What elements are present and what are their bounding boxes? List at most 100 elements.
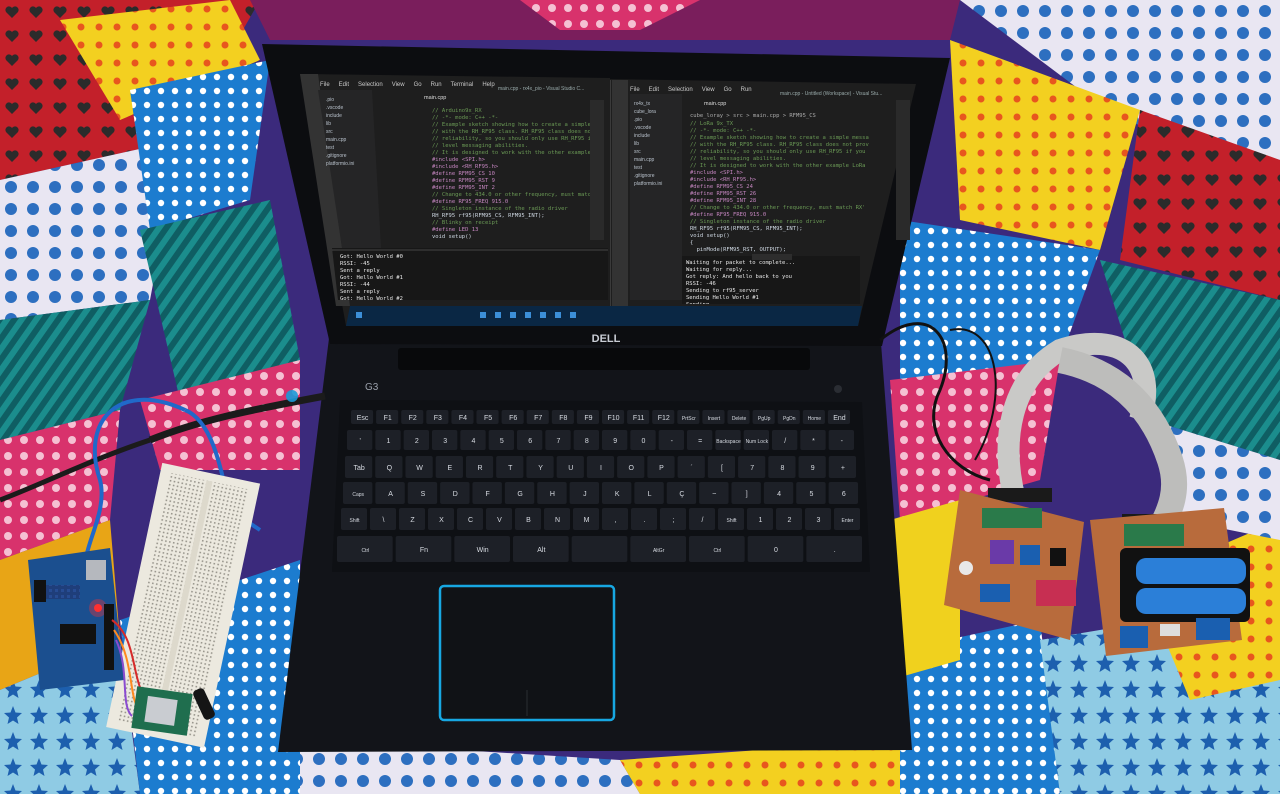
key-label: 2 <box>415 438 419 445</box>
menu-item[interactable]: Selection <box>358 82 383 88</box>
key-label: Home <box>808 416 822 422</box>
menu-item[interactable]: Edit <box>339 82 349 88</box>
key-label: ' <box>359 438 360 445</box>
key-label: PrtScr <box>682 416 696 422</box>
code-line: // Singleton instance of the radio drive… <box>432 206 568 212</box>
key-label: F8 <box>559 415 567 422</box>
key-label: Shift <box>726 518 737 524</box>
left-explorer-tree[interactable]: .pio .vscode include lib src main.cpp test .git… <box>326 96 382 168</box>
key-label: 4 <box>777 491 781 498</box>
terminal-line: Sending Hello World #1 <box>686 295 759 301</box>
menu-item[interactable]: Go <box>724 87 732 93</box>
left-code-editor[interactable]: // Arduino9x_RX// -*- mode: C++ -*-// Ex… <box>432 108 590 248</box>
menu-item[interactable]: Edit <box>649 87 659 93</box>
explorer-item[interactable]: lib <box>634 140 684 148</box>
explorer-item[interactable]: lib <box>326 120 382 128</box>
key-label: Fn <box>420 547 428 554</box>
explorer-item[interactable]: .gitignore <box>326 152 382 160</box>
menu-item[interactable]: File <box>320 82 330 88</box>
right-explorer-tree[interactable]: rx4x_tx cube_lora .pio .vscode include lib src… <box>634 100 684 188</box>
key-label: 0 <box>642 438 646 445</box>
code-line: #define RFM95_CS 10 <box>432 171 495 177</box>
right-menu-bar[interactable]: File Edit Selection View Go Run <box>630 87 761 93</box>
key-label: T <box>508 465 513 472</box>
code-line: // Arduino9x_RX <box>432 108 482 114</box>
menu-item[interactable]: Terminal <box>451 82 474 88</box>
key-label: ] <box>746 491 748 498</box>
key-label: Shift <box>349 518 360 524</box>
code-line: #include <RH_RF95.h> <box>690 177 757 183</box>
right-code-editor[interactable]: // LoRa 9x_TX// -*- mode: C++ -*-// Exam… <box>690 121 890 253</box>
left-menu-bar[interactable]: File Edit Selection View Go Run Terminal Help <box>320 82 504 88</box>
explorer-item[interactable]: .gitignore <box>634 172 684 180</box>
key-label: End <box>833 415 846 422</box>
key-label: Backspace <box>716 439 741 445</box>
right-window-title: main.cpp - Untitled (Workspace) - Visual… <box>780 91 883 97</box>
explorer-item[interactable]: main.cpp <box>634 156 684 164</box>
key-label: Insert <box>708 416 721 422</box>
explorer-item[interactable]: cube_lora <box>634 108 684 116</box>
explorer-item[interactable]: .vscode <box>326 104 382 112</box>
menu-item[interactable]: View <box>392 82 405 88</box>
code-line: #define RFM95_INT 2 <box>432 185 495 191</box>
key-label: N <box>555 517 560 524</box>
code-line: // It is designed to work with the other… <box>690 163 866 169</box>
explorer-item[interactable]: platformio.ini <box>326 160 382 168</box>
code-line: // -*- mode: C++ -*- <box>432 115 499 121</box>
explorer-item[interactable]: main.cpp <box>326 136 382 144</box>
explorer-item[interactable]: rx4x_tx <box>634 100 684 108</box>
key-label: * <box>812 438 815 445</box>
key-label: L <box>648 491 652 498</box>
key-label: [ <box>721 465 723 472</box>
model-badge: G3 <box>365 382 379 393</box>
explorer-item[interactable]: .pio <box>326 96 382 104</box>
receiver-pcb <box>1090 508 1250 656</box>
explorer-item[interactable]: .pio <box>634 116 684 124</box>
explorer-item[interactable]: .vscode <box>634 124 684 132</box>
key-label: G <box>517 491 522 498</box>
power-button <box>834 385 842 393</box>
left-editor-tab[interactable]: main.cpp <box>420 94 451 102</box>
key-label: ~ <box>712 491 716 498</box>
key-label: PgDn <box>783 416 796 422</box>
key-label: Win <box>477 547 489 554</box>
code-line: void setup() <box>690 233 730 239</box>
key-label: F5 <box>484 415 492 422</box>
key-label: K <box>615 491 620 498</box>
key-label: U <box>568 465 573 472</box>
right-breadcrumb[interactable]: cube_loray > src > main.cpp > RFM95_CS <box>690 113 880 120</box>
terminal-line: Got reply: And hello back to you <box>686 274 792 280</box>
terminal-line: Waiting for packet to complete... <box>686 260 796 266</box>
explorer-item[interactable]: test <box>326 144 382 152</box>
key-label: 7 <box>557 438 561 445</box>
key-label: M <box>584 517 590 524</box>
menu-item[interactable]: Help <box>482 82 494 88</box>
menu-item[interactable]: Run <box>741 87 752 93</box>
key-label: Delete <box>732 416 747 422</box>
explorer-item[interactable]: src <box>326 128 382 136</box>
explorer-item[interactable]: src <box>634 148 684 156</box>
taskbar <box>346 306 862 326</box>
explorer-item[interactable]: test <box>634 164 684 172</box>
terminal-line: RSSI: -45 <box>340 261 370 267</box>
battery-cell <box>1136 588 1246 614</box>
right-terminal[interactable]: Waiting for packet to complete... Waiting… <box>686 260 856 304</box>
menu-item[interactable]: Run <box>431 82 442 88</box>
explorer-item[interactable]: platformio.ini <box>634 180 684 188</box>
key-label: Ç <box>679 491 684 498</box>
key-label: . <box>834 547 836 554</box>
menu-item[interactable]: Go <box>414 82 422 88</box>
menu-item[interactable]: File <box>630 87 640 93</box>
menu-item[interactable]: Selection <box>668 87 693 93</box>
key-label: 6 <box>842 491 846 498</box>
terminal-line: RSSI: -46 <box>686 281 716 287</box>
key-label: Alt <box>537 547 545 554</box>
right-editor-tab[interactable]: main.cpp <box>700 100 731 108</box>
menu-item[interactable]: View <box>702 87 715 93</box>
explorer-item[interactable]: include <box>634 132 684 140</box>
key-label: F4 <box>459 415 467 422</box>
explorer-item[interactable]: include <box>326 112 382 120</box>
left-terminal[interactable]: Got: Hello World #0 RSSI: -45 Sent a reply… <box>340 254 600 300</box>
left-window-title: main.cpp - rx4x_pio - Visual Studio C... <box>498 86 585 92</box>
key-label: F11 <box>633 415 645 422</box>
